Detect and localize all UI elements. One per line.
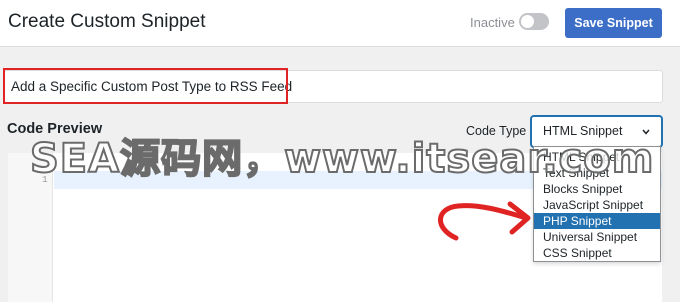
save-snippet-button[interactable]: Save Snippet bbox=[565, 8, 662, 38]
option-css-snippet[interactable]: CSS Snippet bbox=[534, 245, 660, 261]
watermark-text: SEA源码网，www.itsear.com bbox=[29, 135, 655, 183]
option-php-snippet[interactable]: PHP Snippet bbox=[534, 213, 660, 229]
page-title: Create Custom Snippet bbox=[8, 11, 206, 32]
status-label: Inactive bbox=[470, 15, 515, 30]
title-highlight-box bbox=[3, 68, 288, 104]
toggle-knob bbox=[521, 15, 534, 28]
option-javascript-snippet[interactable]: JavaScript Snippet bbox=[534, 197, 660, 213]
option-universal-snippet[interactable]: Universal Snippet bbox=[534, 229, 660, 245]
active-toggle[interactable] bbox=[519, 13, 549, 30]
curved-arrow-icon bbox=[438, 201, 531, 241]
page-header: Create Custom Snippet Inactive Save Snip… bbox=[0, 0, 680, 47]
